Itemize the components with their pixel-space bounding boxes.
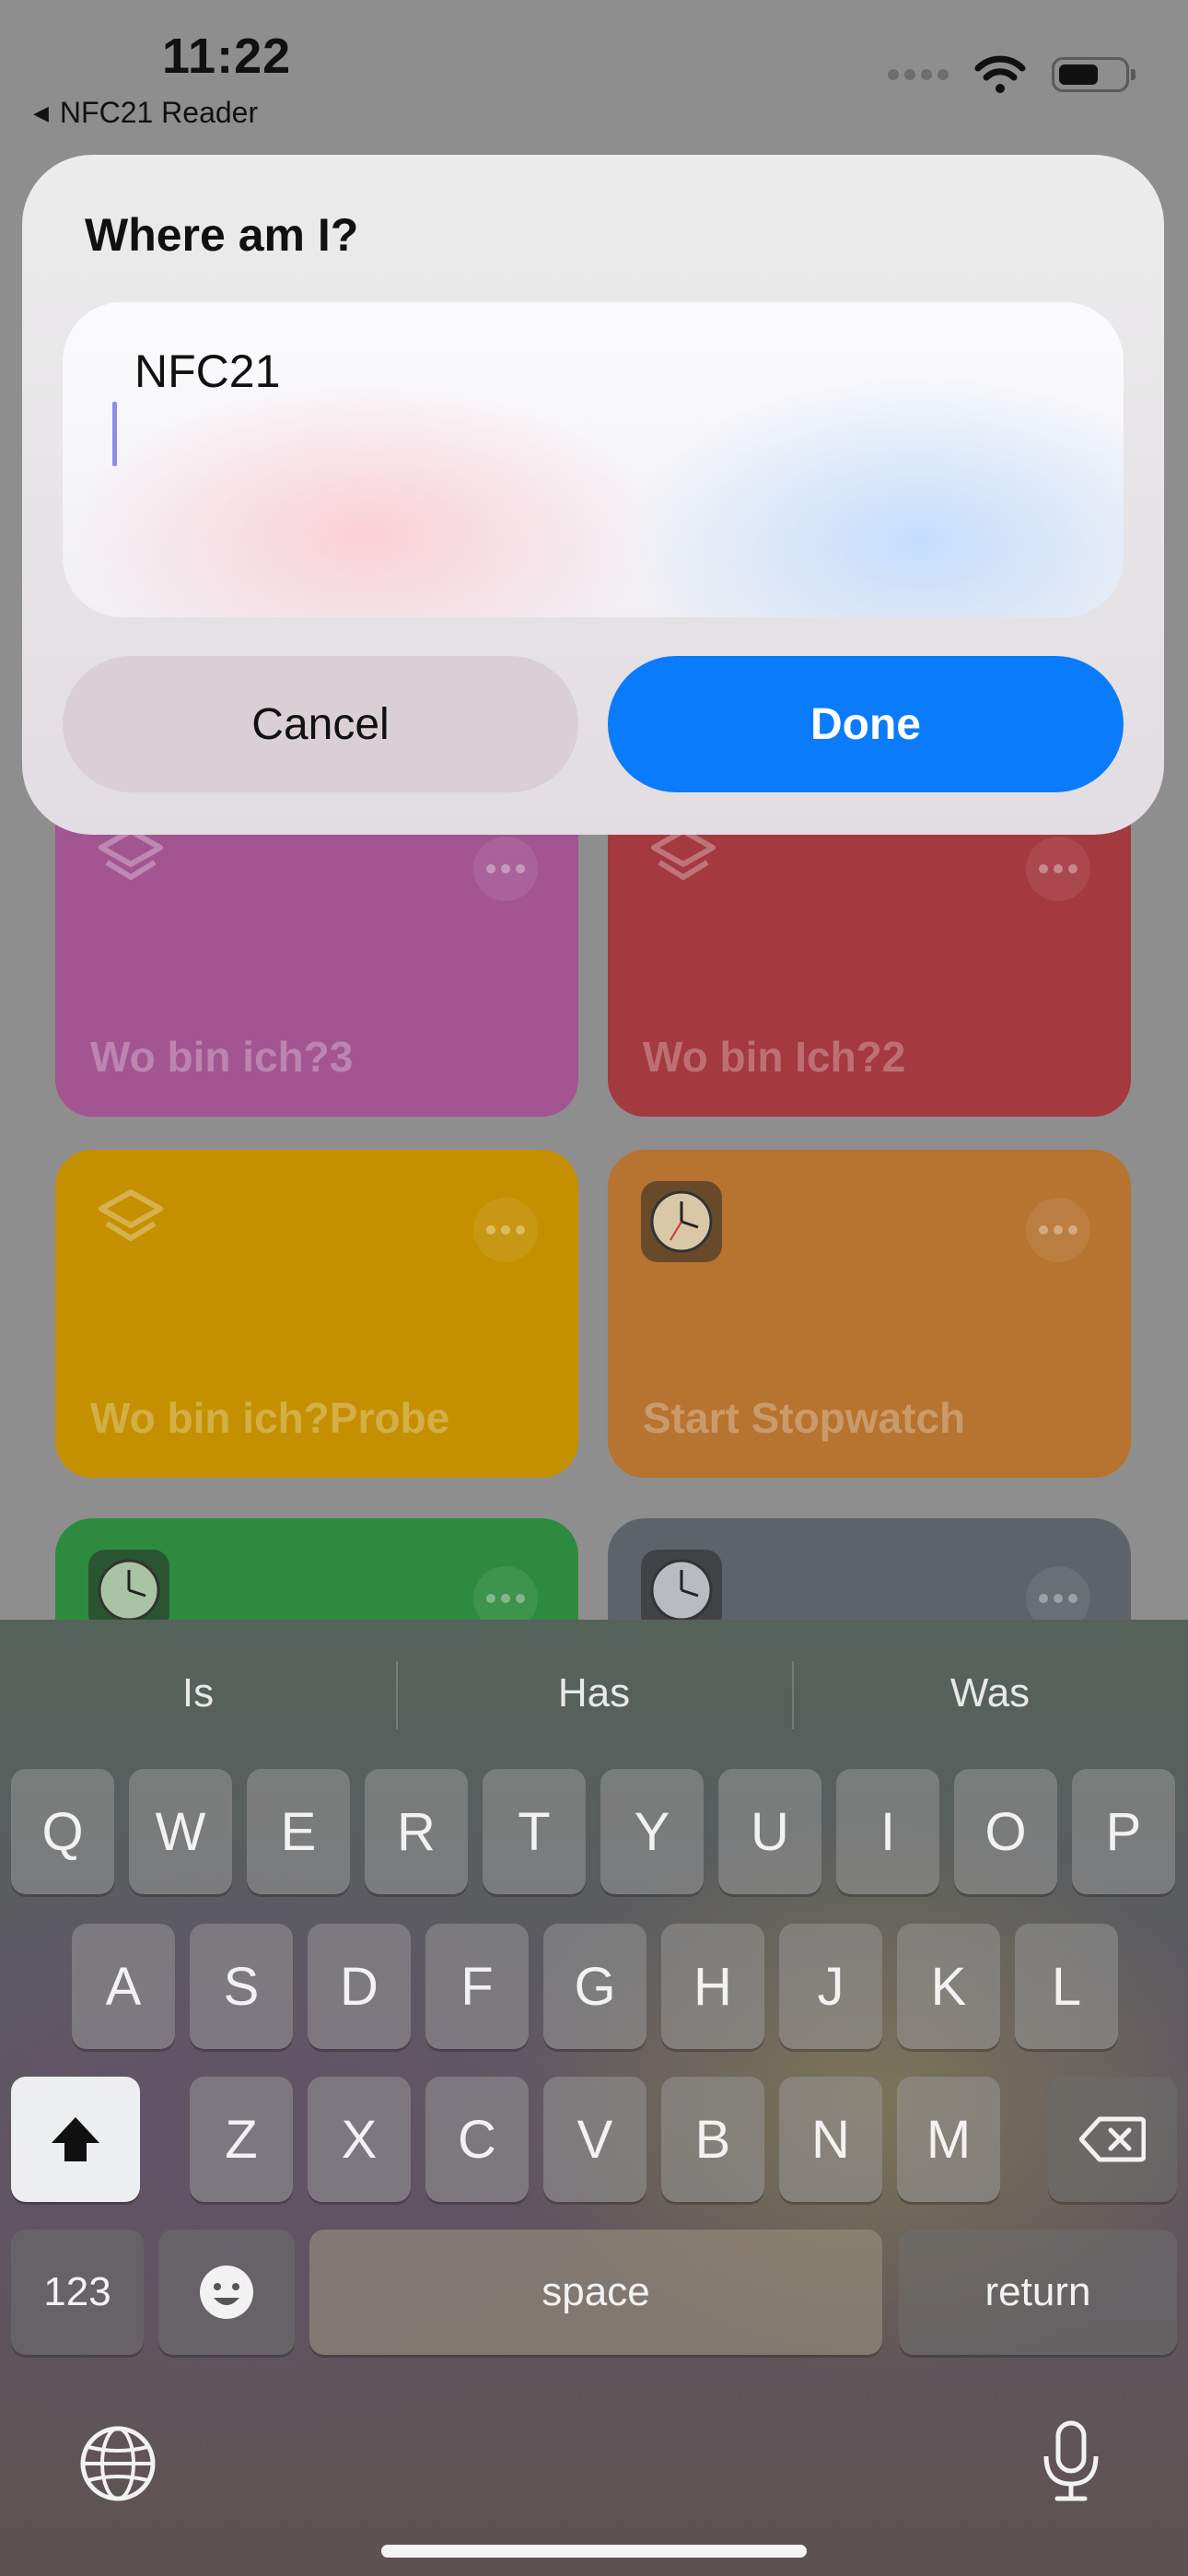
cancel-button[interactable]: Cancel xyxy=(63,656,578,792)
key-b[interactable]: B xyxy=(661,2077,764,2202)
text-cursor xyxy=(112,402,117,466)
key-m[interactable]: M xyxy=(897,2077,1000,2202)
software-keyboard: Is Has Was Q W E R T Y U I O P A S D F G… xyxy=(0,1620,1188,2576)
key-e[interactable]: E xyxy=(247,1769,350,1894)
cellular-signal-icon xyxy=(888,69,949,80)
more-options-button[interactable] xyxy=(1026,837,1090,901)
key-v[interactable]: V xyxy=(543,2077,646,2202)
shortcut-title: Start Stopwatch xyxy=(643,1394,966,1442)
key-c[interactable]: C xyxy=(425,2077,529,2202)
key-o[interactable]: O xyxy=(954,1769,1057,1894)
battery-icon xyxy=(1052,57,1136,92)
key-u[interactable]: U xyxy=(718,1769,821,1894)
dialog-title: Where am I? xyxy=(85,209,359,261)
key-r[interactable]: R xyxy=(365,1769,468,1894)
key-z[interactable]: Z xyxy=(190,2077,293,2202)
key-y[interactable]: Y xyxy=(600,1769,704,1894)
emoji-icon xyxy=(200,2266,253,2319)
status-icons xyxy=(888,55,1136,94)
shortcut-title: Wo bin ich?3 xyxy=(90,1033,354,1081)
shift-key[interactable] xyxy=(11,2077,140,2202)
key-k[interactable]: K xyxy=(897,1924,1000,2049)
more-options-button[interactable] xyxy=(473,1198,538,1262)
more-options-button[interactable] xyxy=(1026,1198,1090,1262)
more-options-button[interactable] xyxy=(473,837,538,901)
layers-icon xyxy=(99,1189,163,1241)
location-text-field[interactable]: NFC21 xyxy=(63,302,1124,617)
shortcut-tile[interactable]: Start Stopwatch xyxy=(608,1150,1131,1478)
globe-icon[interactable] xyxy=(77,2423,158,2504)
suggestion-item[interactable]: Was xyxy=(792,1661,1188,1729)
status-time: 11:22 xyxy=(162,29,292,84)
key-f[interactable]: F xyxy=(425,1924,529,2049)
microphone-icon[interactable] xyxy=(1041,2419,1101,2504)
key-j[interactable]: J xyxy=(779,1924,882,2049)
backspace-icon xyxy=(1079,2116,1146,2162)
key-p[interactable]: P xyxy=(1072,1769,1175,1894)
key-d[interactable]: D xyxy=(308,1924,411,2049)
predictive-text-bar: Is Has Was xyxy=(0,1620,1188,1767)
back-triangle-icon: ◀ xyxy=(33,100,49,124)
numbers-key[interactable]: 123 xyxy=(11,2230,144,2355)
clock-icon xyxy=(641,1550,722,1631)
key-t[interactable]: T xyxy=(483,1769,586,1894)
suggestion-item[interactable]: Is xyxy=(0,1670,396,1716)
key-q[interactable]: Q xyxy=(11,1769,114,1894)
done-button[interactable]: Done xyxy=(608,656,1124,792)
key-h[interactable]: H xyxy=(661,1924,764,2049)
shortcut-tile[interactable]: Wo bin Ich?2 xyxy=(608,789,1131,1117)
key-i[interactable]: I xyxy=(836,1769,939,1894)
key-s[interactable]: S xyxy=(190,1924,293,2049)
key-a[interactable]: A xyxy=(72,1924,175,2049)
shortcut-tile[interactable]: Wo bin ich?Probe xyxy=(55,1150,578,1478)
emoji-key[interactable] xyxy=(158,2230,295,2355)
wifi-icon xyxy=(974,55,1026,93)
shift-arrow-icon xyxy=(52,2117,99,2161)
key-l[interactable]: L xyxy=(1015,1924,1118,2049)
back-app-label: NFC21 Reader xyxy=(59,96,259,129)
clock-icon xyxy=(641,1181,722,1262)
clock-icon xyxy=(88,1550,169,1631)
return-key[interactable]: return xyxy=(899,2230,1177,2355)
back-to-app-link[interactable]: ◀ NFC21 Reader xyxy=(33,96,258,130)
delete-key[interactable] xyxy=(1048,2077,1177,2202)
home-indicator[interactable] xyxy=(381,2545,807,2558)
suggestion-item[interactable]: Has xyxy=(396,1661,792,1729)
key-x[interactable]: X xyxy=(308,2077,411,2202)
shortcut-title: Wo bin Ich?2 xyxy=(643,1033,906,1081)
shortcut-tile[interactable]: Wo bin ich?3 xyxy=(55,789,578,1117)
text-input-dialog: Where am I? NFC21 Cancel Done xyxy=(22,155,1164,835)
shortcut-title: Wo bin ich?Probe xyxy=(90,1394,450,1442)
key-w[interactable]: W xyxy=(129,1769,232,1894)
key-g[interactable]: G xyxy=(543,1924,646,2049)
text-field-value: NFC21 xyxy=(134,345,281,397)
space-key[interactable]: space xyxy=(309,2230,882,2355)
key-n[interactable]: N xyxy=(779,2077,882,2202)
